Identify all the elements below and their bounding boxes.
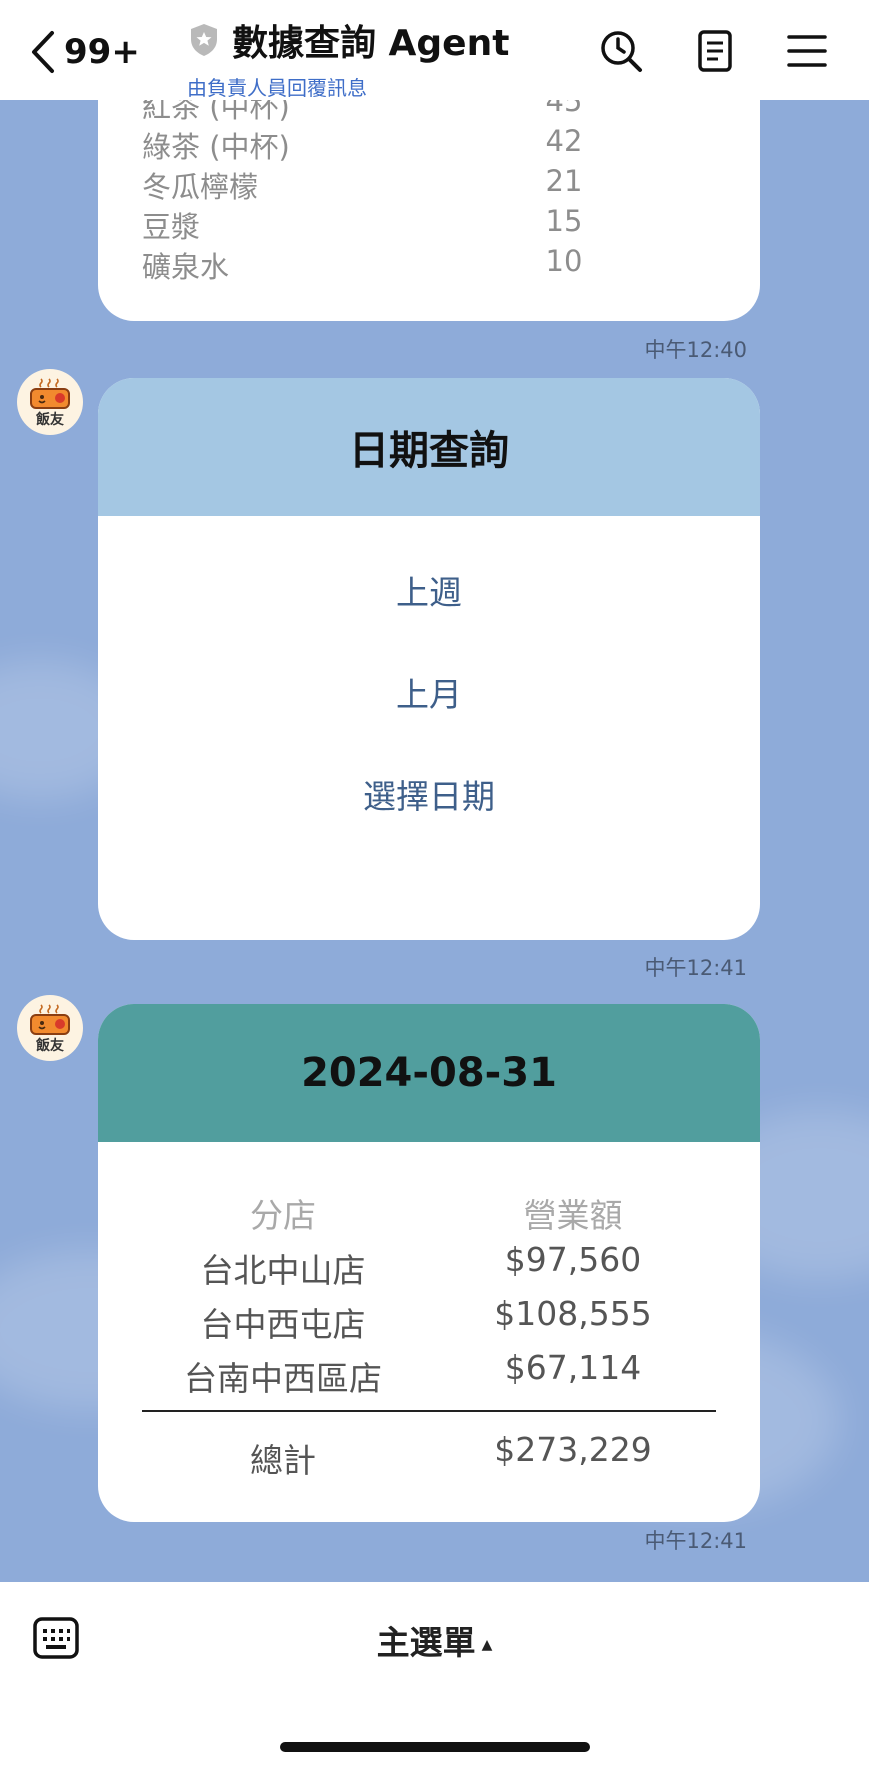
message-timestamp: 中午12:41 <box>644 1529 747 1553</box>
table-cell-revenue: $97,560 <box>504 1240 642 1279</box>
list-item: 綠茶 (中杯) 42 <box>142 124 583 164</box>
message-timestamp: 中午12:40 <box>644 338 747 362</box>
chevron-left-icon <box>32 31 54 73</box>
table-cell-revenue: $108,555 <box>494 1294 652 1333</box>
list-item: 紅茶 (中杯) 45 <box>142 100 583 124</box>
home-indicator[interactable] <box>280 1742 590 1752</box>
product-quantity-card: 紅茶 (中杯) 45 綠茶 (中杯) 42 冬瓜檸檬 21 豆漿 15 礦泉水 … <box>98 100 760 321</box>
chat-title: 數據查詢 Agent <box>232 23 510 64</box>
table-cell-store: 台中西屯店 <box>200 1305 366 1344</box>
card-title: 日期查詢 <box>98 378 760 516</box>
main-menu-button[interactable]: 主選單 ▲ <box>0 1616 869 1664</box>
option-last-month[interactable]: 上月 <box>98 668 760 716</box>
message-timestamp: 中午12:41 <box>644 956 747 980</box>
chat-area[interactable]: 紅茶 (中杯) 45 綠茶 (中杯) 42 冬瓜檸檬 21 豆漿 15 礦泉水 … <box>0 100 869 1582</box>
hamburger-menu-icon[interactable] <box>784 28 830 74</box>
table-cell-store: 台北中山店 <box>200 1251 366 1290</box>
chat-title-area[interactable]: 數據查詢 Agent 由負責人員回覆訊息 <box>187 14 510 101</box>
table-cell-revenue: $67,114 <box>504 1348 642 1387</box>
shield-icon <box>191 24 217 56</box>
main-menu-label: 主選單 <box>376 1623 476 1662</box>
sales-report-card: 2024-08-31 分店 營業額 台北中山店 $97,560 台中西屯店 $1… <box>98 1004 760 1522</box>
bot-avatar[interactable]: 飯友 <box>17 369 83 435</box>
date-query-card: 日期查詢 上週 上月 選擇日期 <box>98 378 760 940</box>
table-cell-store: 台南中西區店 <box>184 1359 382 1398</box>
option-select-date[interactable]: 選擇日期 <box>98 770 760 818</box>
total-value: $273,229 <box>494 1430 652 1469</box>
total-divider <box>142 1410 716 1412</box>
list-item: 冬瓜檸檬 21 <box>142 164 583 204</box>
chat-header: 99+ 數據查詢 Agent 由負責人員回覆訊息 <box>0 0 869 100</box>
bento-box-icon <box>30 377 70 409</box>
chat-subtitle: 由負責人員回覆訊息 <box>187 76 367 100</box>
avatar-label: 飯友 <box>36 411 64 428</box>
unread-count: 99+ <box>64 32 140 72</box>
column-header-store: 分店 <box>250 1196 316 1235</box>
avatar-label: 飯友 <box>36 1037 64 1054</box>
search-history-icon[interactable] <box>598 28 644 74</box>
triangle-up-icon: ▲ <box>481 1636 493 1653</box>
notes-icon[interactable] <box>692 28 738 74</box>
report-date: 2024-08-31 <box>98 1004 760 1142</box>
bottom-menu-bar: 主選單 ▲ <box>0 1582 869 1769</box>
back-button[interactable]: 99+ <box>28 26 140 78</box>
option-last-week[interactable]: 上週 <box>98 566 760 614</box>
bot-avatar[interactable]: 飯友 <box>17 995 83 1061</box>
bento-box-icon <box>30 1003 70 1035</box>
total-label: 總計 <box>250 1441 316 1480</box>
list-item: 豆漿 15 <box>142 204 583 244</box>
list-item: 礦泉水 10 <box>142 244 583 284</box>
column-header-revenue: 營業額 <box>523 1196 623 1235</box>
